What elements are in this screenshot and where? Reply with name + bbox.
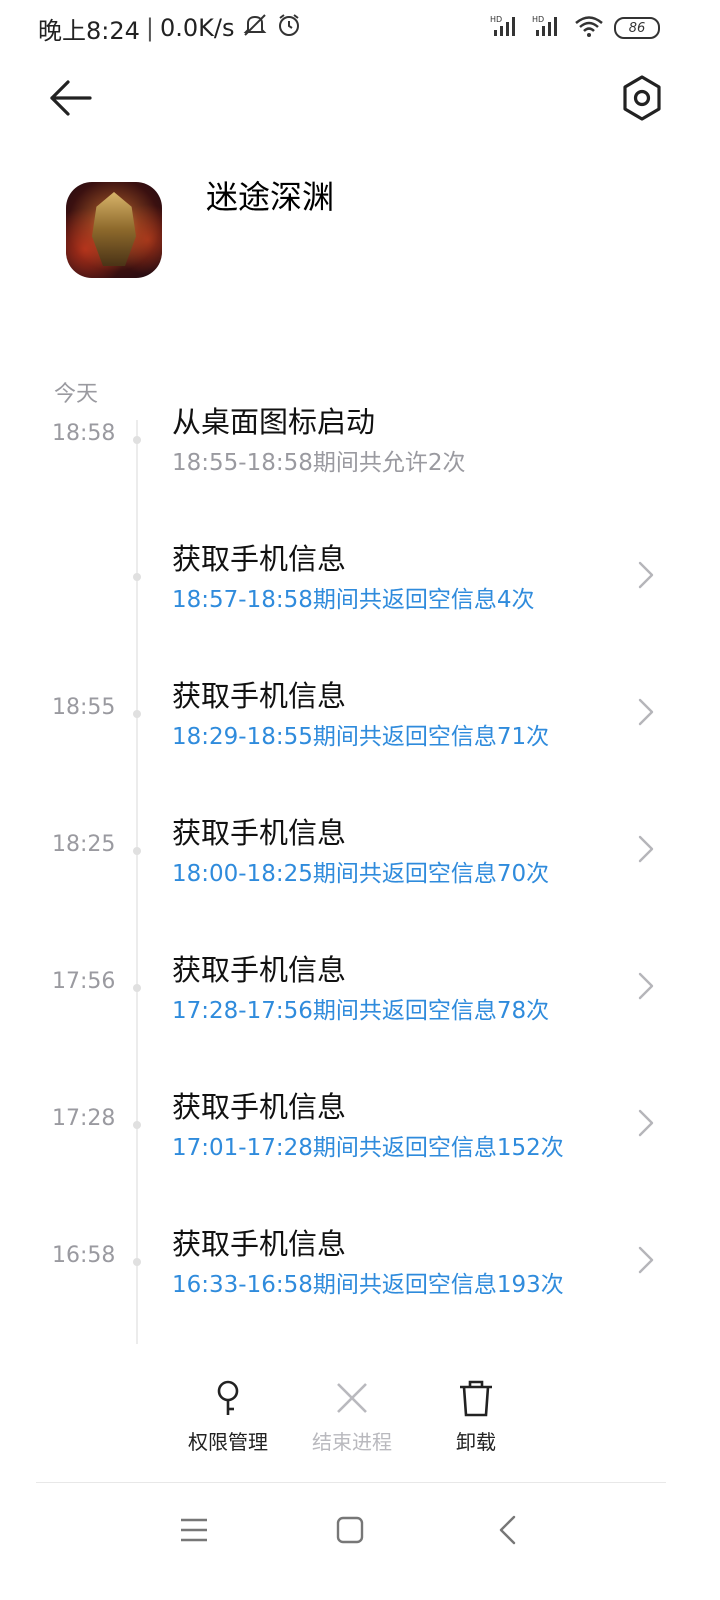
chevron-right-icon xyxy=(638,835,654,863)
timeline-entry[interactable]: 16:58 获取手机信息 16:33-16:58期间共返回空信息193次 xyxy=(0,1207,720,1344)
back-icon xyxy=(499,1515,516,1545)
status-left: 晚上8:24 | 0.0K/s xyxy=(38,10,303,46)
chevron-right-icon xyxy=(638,972,654,1000)
uninstall-label: 卸载 xyxy=(456,1430,496,1454)
entry-title: 获取手机信息 xyxy=(172,679,347,713)
settings-button[interactable] xyxy=(620,74,664,122)
timeline-entry[interactable]: 18:25 获取手机信息 18:00-18:25期间共返回空信息70次 xyxy=(0,796,720,933)
close-icon xyxy=(337,1383,367,1413)
status-separator: | xyxy=(145,14,154,42)
status-time: 晚上8:24 xyxy=(38,16,140,45)
timeline-entry[interactable]: 17:28 获取手机信息 17:01-17:28期间共返回空信息152次 xyxy=(0,1070,720,1207)
nav-menu-button[interactable] xyxy=(172,1508,216,1552)
menu-icon xyxy=(181,1518,207,1542)
timeline-dot xyxy=(133,1121,141,1129)
trash-icon xyxy=(460,1380,492,1417)
force-stop-label: 结束进程 xyxy=(312,1430,392,1454)
chevron-right-icon xyxy=(638,561,654,589)
back-arrow-icon xyxy=(50,80,92,116)
entry-time: 17:56 xyxy=(52,969,116,994)
settings-icon xyxy=(623,75,661,121)
status-right: HD HD 86 xyxy=(490,10,660,46)
permissions-label: 权限管理 xyxy=(188,1430,268,1454)
entry-subtitle: 18:57-18:58期间共返回空信息4次 xyxy=(172,587,535,613)
entry-title: 获取手机信息 xyxy=(172,542,347,576)
entry-time: 16:58 xyxy=(52,1243,116,1268)
divider xyxy=(36,1482,666,1483)
wifi-icon xyxy=(574,14,604,42)
entry-time: 17:28 xyxy=(52,1106,116,1131)
nav-home-button[interactable] xyxy=(328,1508,372,1552)
signal-hd-icon: HD xyxy=(532,14,564,42)
mute-icon xyxy=(241,11,269,45)
entry-title: 获取手机信息 xyxy=(172,953,347,987)
status-bar: 晚上8:24 | 0.0K/s HD HD 86 xyxy=(0,0,720,56)
entry-subtitle: 18:55-18:58期间共允许2次 xyxy=(172,450,466,476)
bottom-actions: 权限管理 结束进程 卸载 xyxy=(0,1370,720,1470)
timeline-dot xyxy=(133,847,141,855)
entry-title: 获取手机信息 xyxy=(172,1227,347,1261)
chevron-right-icon xyxy=(638,1109,654,1137)
alarm-icon xyxy=(275,11,303,45)
navigation-bar xyxy=(0,1490,720,1600)
timeline-list: 18:58 从桌面图标启动 18:55-18:58期间共允许2次 获取手机信息 18:5… xyxy=(0,405,720,1345)
timeline-entry: 18:58 从桌面图标启动 18:55-18:58期间共允许2次 xyxy=(0,405,720,522)
timeline-dot xyxy=(133,573,141,581)
entry-subtitle: 18:29-18:55期间共返回空信息71次 xyxy=(172,724,550,750)
battery-level: 86 xyxy=(628,20,646,36)
timeline-dot xyxy=(133,710,141,718)
nav-back-button[interactable] xyxy=(486,1508,530,1552)
timeline-entry[interactable]: 18:55 获取手机信息 18:29-18:55期间共返回空信息71次 xyxy=(0,659,720,796)
status-network-speed: 0.0K/s xyxy=(160,14,235,42)
signal-hd-icon: HD xyxy=(490,14,522,42)
app-icon xyxy=(66,182,162,278)
entry-subtitle: 17:01-17:28期间共返回空信息152次 xyxy=(172,1135,564,1161)
entry-time: 18:58 xyxy=(52,421,116,446)
entry-subtitle: 16:33-16:58期间共返回空信息193次 xyxy=(172,1272,564,1298)
key-icon xyxy=(217,1380,239,1415)
force-stop-button[interactable]: 结束进程 xyxy=(297,1370,407,1460)
entry-subtitle: 17:28-17:56期间共返回空信息78次 xyxy=(172,998,550,1024)
uninstall-button[interactable]: 卸载 xyxy=(421,1370,531,1460)
back-button[interactable] xyxy=(48,76,94,120)
chevron-right-icon xyxy=(638,698,654,726)
entry-title: 获取手机信息 xyxy=(172,1090,347,1124)
entry-subtitle: 18:00-18:25期间共返回空信息70次 xyxy=(172,861,550,887)
timeline-entry[interactable]: 17:56 获取手机信息 17:28-17:56期间共返回空信息78次 xyxy=(0,933,720,1070)
entry-title: 从桌面图标启动 xyxy=(172,405,376,439)
app-name: 迷途深渊 xyxy=(206,178,335,216)
entry-time: 18:55 xyxy=(52,695,116,720)
timeline-dot xyxy=(133,1258,141,1266)
home-icon xyxy=(336,1516,364,1544)
entry-title: 获取手机信息 xyxy=(172,816,347,850)
timeline-dot xyxy=(133,984,141,992)
battery-icon: 86 xyxy=(614,17,660,39)
chevron-right-icon xyxy=(638,1246,654,1274)
entry-time: 18:25 xyxy=(52,832,116,857)
section-label-today: 今天 xyxy=(54,382,99,407)
permissions-button[interactable]: 权限管理 xyxy=(173,1370,283,1460)
timeline-entry[interactable]: 获取手机信息 18:57-18:58期间共返回空信息4次 xyxy=(0,522,720,659)
timeline-dot xyxy=(133,436,141,444)
svg-text:HD: HD xyxy=(532,15,544,24)
svg-text:HD: HD xyxy=(490,15,502,24)
